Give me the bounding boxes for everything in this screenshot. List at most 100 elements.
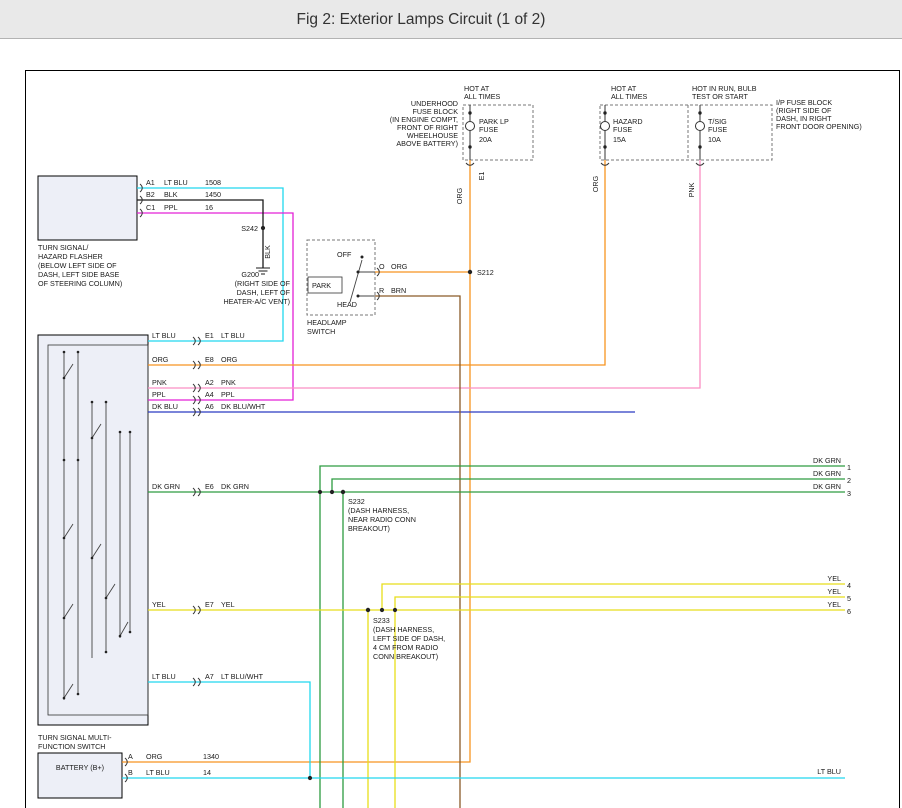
- feed-label: TEST OR START: [692, 92, 749, 101]
- splice-dot-s212: [468, 270, 472, 274]
- pin-label: A: [128, 752, 133, 761]
- ip-location: FRONT DOOR OPENING): [776, 122, 862, 131]
- splice-label-s212: S212: [477, 268, 494, 277]
- feed-label: ALL TIMES: [611, 92, 648, 101]
- tsig-fuse-amps: 10A: [708, 135, 721, 144]
- headlamp-switch-name: HEADLAMP: [307, 318, 347, 327]
- multifunction-switch-name: TURN SIGNAL MULTI-: [38, 733, 112, 742]
- wire-color-label: PPL: [164, 203, 178, 212]
- circuit-number: 1450: [205, 190, 221, 199]
- wire-color-label: DK GRN: [813, 482, 841, 491]
- ground-location: DASH, LEFT OF: [237, 288, 291, 297]
- parklp-fuse-label: FUSE: [479, 125, 498, 134]
- switch-position-label: PARK: [312, 281, 331, 290]
- splice-dot-s242: [261, 226, 265, 230]
- wire-color-label: YEL: [152, 600, 166, 609]
- tsig-fuse-label: FUSE: [708, 125, 727, 134]
- wire-color-label: YEL: [827, 574, 841, 583]
- wire-number: 1: [847, 463, 851, 472]
- hazard-fuse-label: FUSE: [613, 125, 632, 134]
- flasher-name: HAZARD FLASHER: [38, 252, 103, 261]
- feed-label: ALL TIMES: [464, 92, 501, 101]
- splice-location: (DASH HARNESS,: [373, 625, 434, 634]
- hazard-fuse-amps: 15A: [613, 135, 626, 144]
- wiring-diagram-page: Fig 2: Exterior Lamps Circuit (1 of 2): [0, 0, 902, 808]
- battery-name: BATTERY (B+): [56, 763, 104, 772]
- splice-dot-s233: [366, 608, 370, 612]
- pin-label: E1: [205, 331, 214, 340]
- pin-label: A2: [205, 378, 214, 387]
- circuit-number: 1508: [205, 178, 221, 187]
- circuit-number: 14: [203, 768, 211, 777]
- wiring-diagram: Fig 2: Exterior Lamps Circuit (1 of 2): [0, 0, 902, 808]
- headlamp-switch-name: SWITCH: [307, 327, 335, 336]
- pin-label: A1: [146, 178, 155, 187]
- multifunction-switch-name: FUNCTION SWITCH: [38, 742, 105, 751]
- wire-color-label: LT BLU: [221, 331, 245, 340]
- junction-dot-yel-5: [393, 608, 397, 612]
- splice-label: S232: [348, 497, 365, 506]
- wire-color-label: DK BLU/WHT: [221, 402, 266, 411]
- splice-location: BREAKOUT): [348, 524, 390, 533]
- ground-location: HEATER-A/C VENT): [223, 297, 290, 306]
- wire-color-label: PPL: [152, 390, 166, 399]
- flasher-location: OF STEERING COLUMN): [38, 279, 122, 288]
- wire-color-label: YEL: [827, 600, 841, 609]
- wire-color-label: LT BLU: [164, 178, 188, 187]
- junction-dot-grn-2: [330, 490, 334, 494]
- splice-dot-s232: [341, 490, 345, 494]
- pin-label: C1: [146, 203, 155, 212]
- wire-color-label: BLK: [263, 245, 272, 259]
- wire-color-label: LT BLU/WHT: [221, 672, 264, 681]
- wire-color-label: BRN: [391, 286, 406, 295]
- wire-color-label: PNK: [221, 378, 236, 387]
- wire-color-label: DK GRN: [152, 482, 180, 491]
- wire-color-label: LT BLU: [152, 331, 176, 340]
- ground-id: G200: [241, 270, 259, 279]
- pin-label: E8: [205, 355, 214, 364]
- wire-color-label: DK GRN: [221, 482, 249, 491]
- wire-color-label: PPL: [221, 390, 235, 399]
- wire-color-label: PNK: [152, 378, 167, 387]
- circuit-number: 16: [205, 203, 213, 212]
- splice-location: (DASH HARNESS,: [348, 506, 409, 515]
- wire-color-label: ORG: [146, 752, 163, 761]
- flasher-location: (BELOW LEFT SIDE OF: [38, 261, 117, 270]
- pin-label: E6: [205, 482, 214, 491]
- pin-label: A4: [205, 390, 214, 399]
- junction-dot-ltblu-bottom: [308, 776, 312, 780]
- splice-label: S242: [241, 224, 258, 233]
- switch-position-label: OFF: [337, 250, 352, 259]
- pin-label: O: [379, 262, 385, 271]
- wire-color-label: DK BLU: [152, 402, 178, 411]
- wire-number: 4: [847, 581, 851, 590]
- wire-number: 2: [847, 476, 851, 485]
- hazard-flasher-box: [38, 176, 137, 240]
- parklp-fuse-amps: 20A: [479, 135, 492, 144]
- wire-color-label: ORG: [221, 355, 238, 364]
- wire-color-label: LT BLU: [817, 767, 841, 776]
- wire-number: 5: [847, 594, 851, 603]
- figure-title: Fig 2: Exterior Lamps Circuit (1 of 2): [297, 11, 546, 28]
- wire-color-label: PNK: [687, 182, 696, 197]
- ground-location: (RIGHT SIDE OF: [235, 279, 291, 288]
- wire-color-label: YEL: [221, 600, 235, 609]
- pin-label: R: [379, 286, 384, 295]
- circuit-number: 1340: [203, 752, 219, 761]
- pin-label: A7: [205, 672, 214, 681]
- splice-label: S233: [373, 616, 390, 625]
- splice-location: CONN BREAKOUT): [373, 652, 438, 661]
- diagram-frame: [26, 71, 900, 808]
- splice-location: LEFT SIDE OF DASH,: [373, 634, 445, 643]
- wire-color-label: ORG: [591, 175, 600, 192]
- wire-color-label: ORG: [152, 355, 169, 364]
- wire-color-label: LT BLU: [152, 672, 176, 681]
- wire-number: 6: [847, 607, 851, 616]
- junction-dot-grn-1: [318, 490, 322, 494]
- underhood-location: ABOVE BATTERY): [396, 139, 458, 148]
- wire-color-label: DK GRN: [813, 469, 841, 478]
- wire-number: 3: [847, 489, 851, 498]
- flasher-name: TURN SIGNAL/: [38, 243, 88, 252]
- pin-label: A6: [205, 402, 214, 411]
- multifunction-switch-box: [38, 335, 148, 725]
